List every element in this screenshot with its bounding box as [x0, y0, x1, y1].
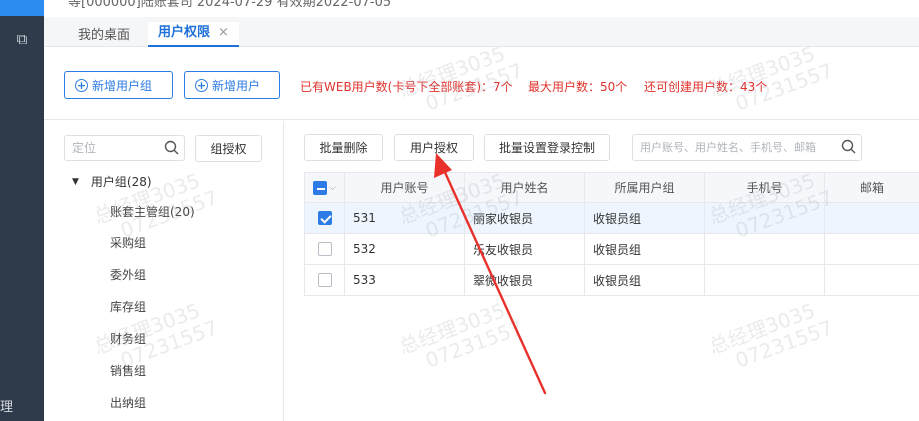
- max-user-count: 最大用户数：50个: [528, 80, 628, 94]
- web-user-count: 已有WEB用户数(卡号下全部账套)：7个: [300, 80, 513, 94]
- add-user-group-label: 新增用户组: [92, 78, 153, 93]
- email-cell: [824, 264, 919, 296]
- user-group-panel: 组授权 ▼ 用户组(28) 账套主管组(20) 采购组 委外组 库存组 财务组 …: [44, 121, 284, 421]
- app-logo: [0, 0, 44, 16]
- select-all-checkbox[interactable]: [313, 180, 328, 195]
- group-cell: 收银员组: [584, 202, 705, 234]
- group-auth-button[interactable]: 组授权: [195, 135, 262, 162]
- phone-cell: [704, 202, 825, 234]
- table-row[interactable]: 533 翠微收银员 收银员组: [304, 264, 919, 296]
- column-header: 用户姓名: [464, 172, 585, 203]
- column-header: 手机号: [704, 172, 825, 203]
- row-checkbox-cell[interactable]: [304, 233, 345, 265]
- row-checkbox-cell[interactable]: [304, 202, 345, 234]
- tree-item-cashier[interactable]: 出纳组: [110, 394, 146, 411]
- tree-item-inventory[interactable]: 库存组: [110, 298, 146, 315]
- tree-root-label: 用户组(28): [90, 175, 152, 189]
- plus-circle-icon: +: [75, 78, 88, 92]
- rail-menu-text[interactable]: 理: [0, 396, 13, 415]
- column-header: 邮箱: [824, 172, 919, 203]
- phone-cell: [704, 233, 825, 265]
- row-checkbox[interactable]: [317, 273, 332, 288]
- module-icon[interactable]: ⧉: [0, 28, 44, 50]
- row-checkbox[interactable]: [317, 211, 332, 226]
- search-icon[interactable]: [162, 138, 182, 158]
- row-checkbox[interactable]: [317, 242, 332, 257]
- name-cell: 丽家收银员: [464, 202, 585, 234]
- close-icon[interactable]: ×: [218, 25, 229, 40]
- tab-user-permissions[interactable]: 用户权限 ×: [148, 22, 239, 47]
- batch-delete-button[interactable]: 批量删除: [304, 134, 383, 161]
- tree-item-supervisor[interactable]: 账套主管组(20): [110, 203, 195, 220]
- batch-login-control-button[interactable]: 批量设置登录控制: [484, 134, 610, 161]
- row-checkbox-cell[interactable]: [304, 264, 345, 296]
- chevron-down-icon[interactable]: ⌵: [329, 183, 336, 193]
- plus-circle-icon: +: [195, 78, 208, 92]
- name-cell: 翠微收银员: [464, 264, 585, 296]
- group-cell: 收银员组: [584, 233, 705, 265]
- tree-item-sales[interactable]: 销售组: [110, 362, 146, 379]
- add-user-group-button[interactable]: + 新增用户组: [64, 71, 173, 99]
- name-cell: 乐友收银员: [464, 233, 585, 265]
- account-cell: 531: [344, 202, 465, 234]
- action-row: + 新增用户组 + 新增用户 已有WEB用户数(卡号下全部账套)：7个 最大用户…: [44, 48, 919, 120]
- group-cell: 收银员组: [584, 264, 705, 296]
- tree-item-outsource[interactable]: 委外组: [110, 266, 146, 283]
- add-user-label: 新增用户: [212, 78, 261, 93]
- table-row[interactable]: 532 乐友收银员 收银员组: [304, 233, 919, 265]
- add-user-button[interactable]: + 新增用户: [184, 71, 280, 99]
- column-header: 用户账号: [344, 172, 465, 203]
- header-info: 等[000000]陆账套司 2024-07-29 有效期2022-07-05: [68, 0, 392, 10]
- header-bar: 等[000000]陆账套司 2024-07-29 有效期2022-07-05: [44, 0, 919, 17]
- email-cell: [824, 202, 919, 234]
- column-header: 所属用户组: [584, 172, 705, 203]
- tab-my-desktop[interactable]: 我的桌面: [78, 24, 130, 47]
- user-auth-button[interactable]: 用户授权: [394, 134, 474, 161]
- table-header-row: ⌵ 用户账号 用户姓名 所属用户组 手机号 邮箱: [304, 172, 919, 203]
- tree-root-node[interactable]: ▼ 用户组(28): [72, 173, 152, 190]
- search-icon[interactable]: [839, 137, 859, 157]
- caret-down-icon[interactable]: ▼: [72, 177, 79, 187]
- tab-label: 我的桌面: [78, 28, 131, 43]
- tree-item-purchase[interactable]: 采购组: [110, 234, 146, 251]
- email-cell: [824, 233, 919, 265]
- tab-label: 用户权限: [158, 25, 211, 40]
- tab-bar: 我的桌面 用户权限 ×: [44, 17, 919, 47]
- left-rail: ⧉ 理: [0, 0, 44, 421]
- tree-item-finance[interactable]: 财务组: [110, 330, 146, 347]
- table-row[interactable]: 531 丽家收银员 收银员组: [304, 202, 919, 234]
- select-all-cell[interactable]: ⌵: [304, 172, 345, 203]
- remaining-user-count: 还可创建用户数：43个: [644, 80, 768, 94]
- user-search-input[interactable]: [632, 134, 862, 161]
- phone-cell: [704, 264, 825, 296]
- user-list-panel: 批量删除 用户授权 批量设置登录控制 ⌵ 用户账号 用户姓名 所属用户组 手机号…: [285, 121, 919, 421]
- account-cell: 532: [344, 233, 465, 265]
- user-table: ⌵ 用户账号 用户姓名 所属用户组 手机号 邮箱 531 丽家收银员 收银员组 …: [304, 172, 919, 296]
- account-cell: 533: [344, 264, 465, 296]
